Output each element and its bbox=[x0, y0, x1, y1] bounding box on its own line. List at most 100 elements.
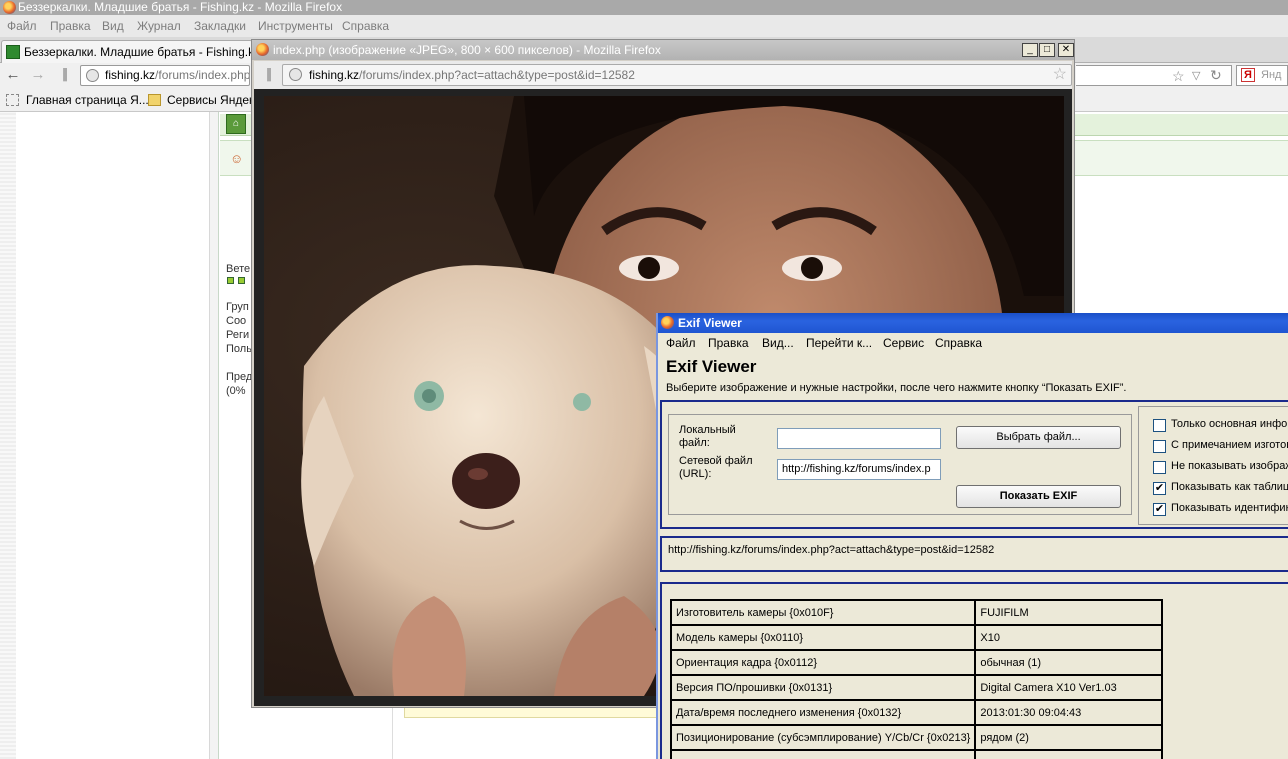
local-file-label-line1: Локальный bbox=[679, 424, 736, 436]
table-row: Дата/время последнего изменения {0x0132}… bbox=[669, 699, 1164, 726]
exif-key: Позиционирование (субсэмплирование) Y/Cb… bbox=[669, 724, 977, 751]
menu-help[interactable]: Справка bbox=[342, 15, 389, 37]
exif-key: Ориентация кадра {0x0112} bbox=[669, 649, 977, 676]
menu-bookmarks[interactable]: Закладки bbox=[194, 15, 246, 37]
exif-menubar: Файл Правка Вид... Перейти к... Сервис С… bbox=[658, 333, 1288, 353]
rank-pip-icon bbox=[238, 277, 245, 284]
network-file-label-line1: Сетевой файл bbox=[679, 455, 753, 467]
folder-icon bbox=[148, 94, 161, 106]
option-show-ids-label: Показывать идентифик bbox=[1171, 502, 1288, 514]
menu-file[interactable]: Файл bbox=[7, 15, 37, 37]
exif-key: Изготовитель камеры {0x010F} bbox=[669, 599, 977, 626]
exif-key: Модель камеры {0x0110} bbox=[669, 624, 977, 651]
exif-viewer-window: Exif Viewer Файл Правка Вид... Перейти к… bbox=[656, 313, 1288, 759]
reload-icon[interactable]: ↻ bbox=[1210, 67, 1222, 83]
menu-view[interactable]: Вид bbox=[102, 15, 124, 37]
exif-menu-view[interactable]: Вид... bbox=[762, 333, 794, 353]
rank-pip-icon bbox=[227, 277, 234, 284]
bookmark-page-icon bbox=[6, 94, 19, 106]
exif-value: обычная (1) bbox=[974, 649, 1164, 676]
exif-heading: Exif Viewer bbox=[666, 357, 757, 376]
exif-key bbox=[669, 749, 977, 759]
show-exif-button[interactable]: Показать EXIF bbox=[956, 485, 1121, 508]
exif-viewer-titlebar[interactable]: Exif Viewer bbox=[658, 313, 1288, 333]
option-show-table-checkbox[interactable]: ✔ bbox=[1153, 482, 1166, 495]
bookmark-yandex-services[interactable]: Сервисы Яндекс bbox=[167, 88, 260, 112]
main-window-title: Беззеркалки. Младшие братья - Fishing.kz… bbox=[18, 0, 343, 14]
exif-key: Версия ПО/прошивки {0x0131} bbox=[669, 674, 977, 701]
forum-label-posts: Соо bbox=[226, 315, 247, 327]
bookmark-star-icon[interactable]: ☆ bbox=[1172, 68, 1185, 84]
maximize-button[interactable]: □ bbox=[1039, 43, 1055, 57]
bookmark-yandex-home[interactable]: Главная страница Я... bbox=[26, 88, 149, 112]
tab-fishing-kz[interactable]: Беззеркалки. Младшие братья - Fishing.kz bbox=[1, 40, 253, 64]
image-url-domain: fishing.kz bbox=[309, 68, 360, 82]
page-left-column bbox=[0, 112, 210, 759]
table-row: Позиционирование (субсэмплирование) Y/Cb… bbox=[669, 724, 1164, 751]
signal-bars-icon: ▐ bbox=[263, 69, 271, 81]
exif-value: X10 bbox=[974, 624, 1164, 651]
user-icon: ☺ bbox=[230, 151, 244, 166]
close-button[interactable]: ✕ bbox=[1058, 43, 1074, 57]
menu-history[interactable]: Журнал bbox=[137, 15, 181, 37]
main-url-bar[interactable]: fishing.kz/forums/index.php?s bbox=[80, 65, 250, 86]
site-favicon-icon bbox=[6, 45, 20, 59]
firefox-logo-icon bbox=[661, 316, 674, 329]
forum-label-group: Груп bbox=[226, 301, 249, 313]
option-show-table-label: Показывать как таблиц bbox=[1171, 481, 1288, 493]
forum-label-registered: Реги bbox=[226, 329, 250, 341]
exif-value: Digital Camera X10 Ver1.03 bbox=[974, 674, 1164, 701]
exif-key: Дата/время последнего изменения {0x0132} bbox=[669, 699, 977, 726]
url-domain: fishing.kz bbox=[105, 68, 156, 82]
local-file-label-line2: файл: bbox=[679, 437, 710, 449]
forum-label-warn: Пред bbox=[226, 371, 253, 383]
minimize-button[interactable]: _ bbox=[1022, 43, 1038, 57]
option-hide-image-checkbox[interactable] bbox=[1153, 461, 1166, 474]
url-path: /forums/index.php?s bbox=[155, 68, 250, 82]
image-window-titlebar[interactable]: index.php (изображение «JPEG», 800 × 600… bbox=[252, 40, 1074, 60]
local-file-input[interactable] bbox=[777, 428, 941, 449]
menu-edit[interactable]: Правка bbox=[50, 15, 91, 37]
image-url-bar[interactable]: fishing.kz/forums/index.php?act=attach&t… bbox=[282, 64, 1072, 86]
exif-menu-edit[interactable]: Правка bbox=[708, 333, 749, 353]
main-url-bar-end[interactable]: ☆ ▽ ↻ bbox=[1076, 65, 1232, 86]
firefox-logo-icon bbox=[3, 1, 16, 14]
exif-data-table: Изготовитель камеры {0x010F} FUJIFILM Мо… bbox=[669, 599, 1164, 759]
forum-label-percent: (0% bbox=[226, 385, 246, 397]
option-hide-image-label: Не показывать изображ bbox=[1171, 460, 1288, 472]
network-url-input[interactable]: http://fishing.kz/forums/index.p bbox=[777, 459, 941, 480]
option-maker-note-checkbox[interactable] bbox=[1153, 440, 1166, 453]
yandex-icon: Я bbox=[1241, 68, 1255, 82]
table-row: Версия ПО/прошивки {0x0131} Digital Came… bbox=[669, 674, 1164, 701]
globe-icon bbox=[289, 68, 302, 81]
exif-menu-help[interactable]: Справка bbox=[935, 333, 982, 353]
menu-tools[interactable]: Инструменты bbox=[258, 15, 333, 37]
table-row: Изготовитель камеры {0x010F} FUJIFILM bbox=[669, 599, 1164, 626]
option-maker-note-label: С примечанием изготови bbox=[1171, 439, 1288, 451]
table-row: Ориентация кадра {0x0112} обычная (1) bbox=[669, 649, 1164, 676]
option-basic-info-label: Только основная инфор bbox=[1171, 418, 1288, 430]
exif-menu-service[interactable]: Сервис bbox=[883, 333, 924, 353]
image-window-title: index.php (изображение «JPEG», 800 × 600… bbox=[273, 43, 661, 57]
exif-menu-goto[interactable]: Перейти к... bbox=[806, 333, 872, 353]
exif-results-area: Изготовитель камеры {0x010F} FUJIFILM Мо… bbox=[660, 582, 1288, 759]
forward-arrow-icon[interactable]: → bbox=[29, 66, 47, 84]
image-window-navbar: ▐ fishing.kz/forums/index.php?act=attach… bbox=[254, 61, 1072, 89]
home-icon[interactable]: ⌂ bbox=[226, 114, 246, 134]
choose-file-button[interactable]: Выбрать файл... bbox=[956, 426, 1121, 449]
signal-bars-icon: ▐ bbox=[59, 69, 67, 81]
tab-title: Беззеркалки. Младшие братья - Fishing.kz bbox=[24, 45, 253, 59]
bookmark-star-icon[interactable]: ☆ bbox=[1053, 65, 1067, 85]
exif-menu-file[interactable]: Файл bbox=[666, 333, 696, 353]
dropdown-arrow-icon[interactable]: ▽ bbox=[1192, 68, 1200, 84]
option-basic-info-checkbox[interactable] bbox=[1153, 419, 1166, 432]
table-row: Модель камеры {0x0110} X10 bbox=[669, 624, 1164, 651]
exif-value bbox=[974, 749, 1164, 759]
back-arrow-icon[interactable]: ← bbox=[4, 66, 22, 84]
forum-label-user: Поль bbox=[226, 343, 252, 355]
search-box[interactable]: Я Янд bbox=[1236, 65, 1288, 86]
search-engine-label: Янд bbox=[1261, 69, 1282, 81]
main-window-titlebar[interactable]: Беззеркалки. Младшие братья - Fishing.kz… bbox=[0, 0, 1288, 15]
option-show-ids-checkbox[interactable]: ✔ bbox=[1153, 503, 1166, 516]
table-row bbox=[669, 749, 1164, 759]
